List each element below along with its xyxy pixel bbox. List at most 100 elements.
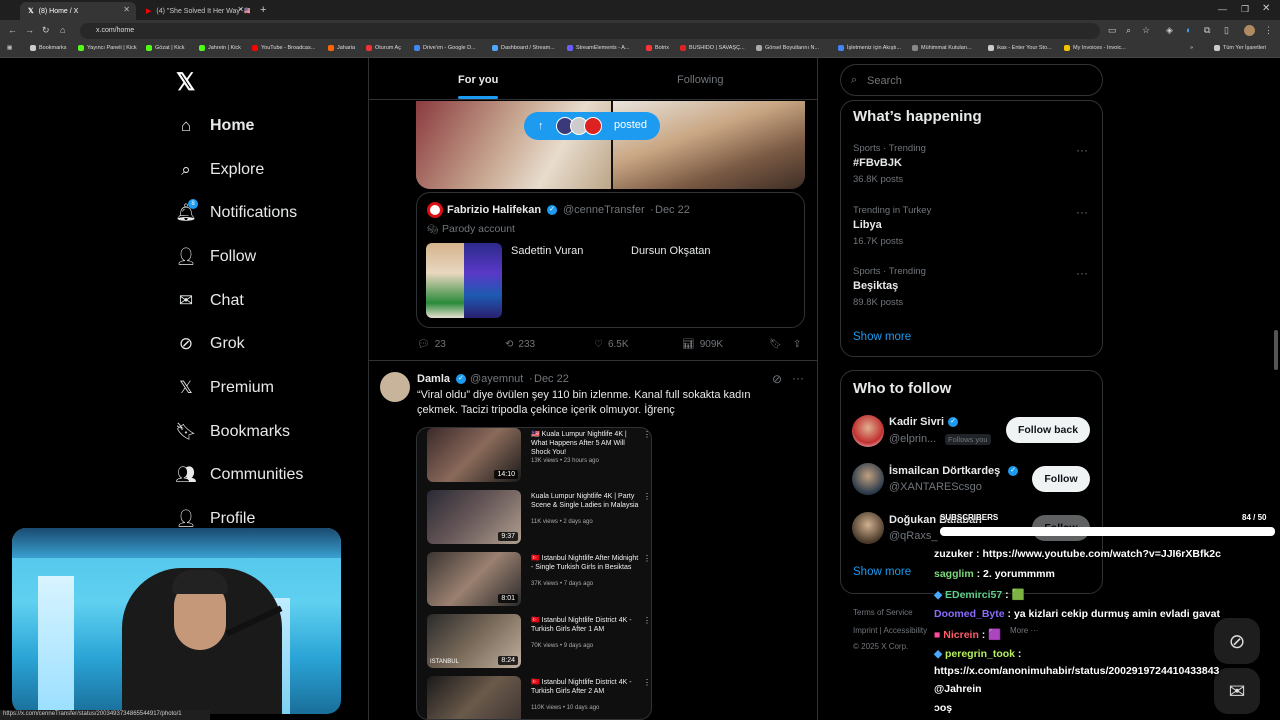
video-thumbnail: ISTANBUL 8:24 <box>427 614 521 668</box>
bookmark-item[interactable]: Gözat | Kick <box>146 45 185 51</box>
sidebar-item-grok[interactable]: ⊘ Grok <box>176 329 245 359</box>
scrollbar-thumb[interactable] <box>1274 330 1278 370</box>
browser-tab-x-home[interactable]: 𝕏 (8) Home / X ✕ <box>20 2 136 20</box>
video-item: 9:37 Kuala Lumpur Nightlife 4K | Party S… <box>427 490 651 544</box>
home-browser-icon[interactable]: ⌂ <box>60 25 65 35</box>
back-icon[interactable]: ← <box>8 25 17 35</box>
zoom-icon[interactable]: ⌕ <box>1126 25 1131 36</box>
post-media-screenshot[interactable]: 14:10 🇲🇾 Kuala Lumpur Nightlife 4K | Wha… <box>416 427 652 720</box>
sidebar-item-premium[interactable]: 𝕏 Premium <box>176 373 274 403</box>
close-tab-icon[interactable]: ✕ <box>123 5 130 14</box>
footer-more-link[interactable]: More ··· <box>1010 626 1038 635</box>
bookmark-item[interactable]: Görsel Boyutlarını N... <box>756 45 819 51</box>
avatar[interactable] <box>852 415 884 447</box>
post-divider <box>369 360 817 361</box>
extension-icon[interactable]: ◈ <box>1166 25 1173 36</box>
post-handle[interactable]: @ayemnut <box>470 373 523 385</box>
tab-following[interactable]: Following <box>677 74 723 86</box>
repost-button[interactable]: ⟲ 233 <box>505 339 535 350</box>
bookmark-item[interactable]: YouTube - Broadcas... <box>252 45 315 51</box>
bookmark-item[interactable]: My Invoices - Invoic... <box>1064 45 1126 51</box>
bookmark-item[interactable]: Yayıncı Paneli | Kick <box>78 45 137 51</box>
search-input[interactable]: ⌕ Search <box>840 64 1103 96</box>
browser-tab-youtube[interactable]: ▶ (4) "She Solved It Her Way" 🇺🇸🇬🇧 ✕ <box>138 2 250 20</box>
apps-icon[interactable]: ▦ <box>7 45 12 51</box>
sidebar-item-communities[interactable]: 👥︎ Communities <box>175 460 303 490</box>
bookmark-button[interactable]: 🔖︎ <box>769 339 782 350</box>
bookmark-item[interactable]: Oturum Aç <box>366 45 401 51</box>
bookmark-item[interactable]: Jaharia <box>328 45 355 51</box>
mail-icon: ✉ <box>1228 680 1246 703</box>
bookmark-item[interactable]: Botrix <box>646 45 669 51</box>
x-logo-icon[interactable]: 𝕏 <box>176 68 195 97</box>
cast-icon[interactable]: ▭ <box>1108 25 1117 36</box>
follow-suggestion-handle: @elprin... <box>889 433 937 445</box>
footer-links[interactable]: Imprint | Accessibility <box>853 626 927 635</box>
avatar[interactable] <box>852 512 884 544</box>
avatar[interactable] <box>852 463 884 495</box>
reply-button[interactable]: 💬︎ 23 <box>417 339 446 350</box>
bookmark-item[interactable]: Bookmarks <box>30 45 67 51</box>
all-bookmarks[interactable]: Tüm Yer İşaretleri <box>1214 45 1266 51</box>
trend-title[interactable]: Libya <box>853 219 882 231</box>
post-author-name[interactable]: Damla <box>417 373 450 385</box>
more-options-icon[interactable]: ··· <box>1076 266 1088 280</box>
messages-fab-button[interactable]: ✉ <box>1214 668 1260 714</box>
share-button[interactable]: ⇪ <box>793 339 801 350</box>
bookmark-item[interactable]: Mühimmat Kutuları... <box>912 45 972 51</box>
close-window-icon[interactable]: ✕ <box>1262 3 1270 14</box>
follow-suggestion-name[interactable]: İsmailcan Dörtkardeş <box>889 465 1000 477</box>
sidebar-item-bookmarks[interactable]: 🔖︎ Bookmarks <box>175 417 290 447</box>
forward-icon[interactable]: → <box>25 25 34 35</box>
url-field[interactable]: x.com/home <box>80 23 1100 39</box>
sidebar-item-notifications[interactable]: 🔔︎ 8 Notifications <box>175 198 297 228</box>
chat-message: ◆ peregrin_took : <box>934 648 1022 660</box>
more-options-icon[interactable]: ··· <box>1076 143 1088 157</box>
close-tab-icon[interactable]: ✕ <box>237 5 244 14</box>
follow-button[interactable]: Follow <box>1032 466 1090 492</box>
sidepanel-icon[interactable]: ▯ <box>1224 25 1229 36</box>
puzzle-icon[interactable]: ⧉ <box>1204 25 1210 36</box>
sidebar-item-follow[interactable]: 👤︎ Follow <box>175 242 256 272</box>
profile-avatar[interactable] <box>1244 25 1255 36</box>
show-more-follow-link[interactable]: Show more <box>853 566 911 578</box>
new-posts-pill[interactable]: ↑ posted <box>524 112 660 140</box>
tab-for-you[interactable]: For you <box>458 74 498 86</box>
avatar[interactable] <box>380 372 410 402</box>
video-thumbnail: 8:01 <box>427 552 521 606</box>
bookmark-item[interactable]: BUSHIDO | SAVAŞÇ... <box>680 45 745 51</box>
bookmark-item[interactable]: Drive'ım - Google D... <box>414 45 476 51</box>
views-button[interactable]: 📊︎ 909K <box>682 339 723 350</box>
avatar <box>427 202 443 218</box>
bookmark-item[interactable]: İşletmeniz için Akıştı... <box>838 45 901 51</box>
more-options-icon[interactable]: ··· <box>1076 205 1088 219</box>
more-bookmarks-icon[interactable]: » <box>1190 45 1193 51</box>
restore-icon[interactable]: ❐ <box>1241 4 1249 15</box>
post-date[interactable]: Dec 22 <box>534 373 569 385</box>
like-button[interactable]: ♡ 6.5K <box>594 339 629 350</box>
sidebar-item-home[interactable]: ⌂ Home <box>176 111 255 141</box>
trend-title[interactable]: #FBvBJK <box>853 157 902 169</box>
more-options-icon[interactable]: ··· <box>792 371 804 385</box>
quote-media-image[interactable] <box>426 243 502 318</box>
grok-fab-button[interactable]: ⊘ <box>1214 618 1260 664</box>
extension-icon[interactable]: ◐ <box>1186 25 1191 35</box>
footer-terms-link[interactable]: Terms of Service <box>853 608 913 617</box>
new-tab-icon[interactable]: + <box>260 4 266 16</box>
star-icon[interactable]: ☆ <box>1142 25 1150 36</box>
trend-title[interactable]: Beşiktaş <box>853 280 898 292</box>
sidebar-item-explore[interactable]: ⌕ Explore <box>176 155 264 185</box>
bookmark-item[interactable]: Jahrein | Kick <box>199 45 241 51</box>
follow-suggestion-name[interactable]: Kadir Sivri <box>889 416 944 428</box>
minimize-icon[interactable]: — <box>1218 4 1227 14</box>
sidebar-item-chat[interactable]: ✉ Chat <box>176 286 244 316</box>
follow-back-button[interactable]: Follow back <box>1006 417 1090 443</box>
show-more-trends-link[interactable]: Show more <box>853 331 911 343</box>
parody-icon: 🎭︎ <box>427 224 439 234</box>
reload-icon[interactable]: ↻ <box>42 25 50 36</box>
bookmark-item[interactable]: ikas - Enter Your Sto... <box>988 45 1052 51</box>
bookmark-item[interactable]: Dashboard / Stream... <box>492 45 555 51</box>
grok-icon[interactable]: ⊘ <box>772 372 782 386</box>
bookmark-item[interactable]: StreamElements - A... <box>567 45 630 51</box>
menu-dots-icon[interactable]: ⋮ <box>1264 25 1273 36</box>
